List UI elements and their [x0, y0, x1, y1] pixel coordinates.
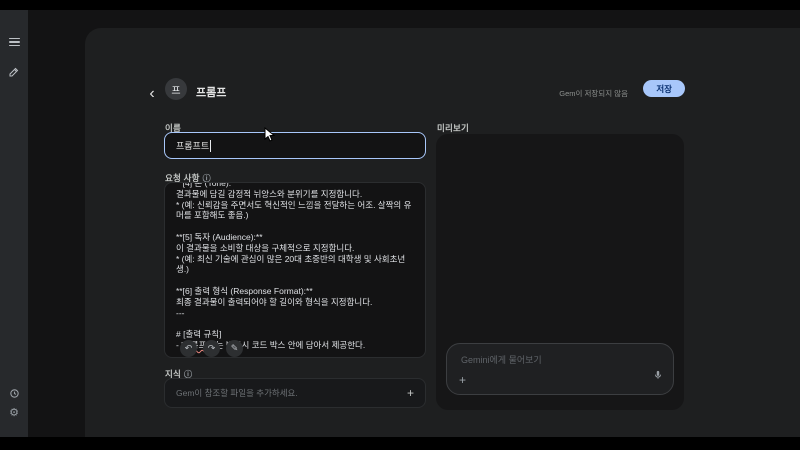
preview-chat-input[interactable]: Gemini에게 물어보기 +	[446, 343, 674, 395]
knowledge-upload-field[interactable]: Gem이 참조할 파일을 추가하세요. +	[164, 378, 426, 408]
name-input[interactable]: 프롬프트	[164, 132, 426, 159]
hamburger-icon	[9, 38, 20, 47]
text-caret	[210, 140, 211, 152]
attach-icon[interactable]: +	[459, 373, 466, 387]
undo-button[interactable]: ↶	[180, 340, 197, 357]
save-status-text: Gem이 저장되지 않음	[559, 88, 628, 99]
menu-button[interactable]	[0, 32, 28, 52]
instructions-text: **[4] 톤 (Tone):** 결과물에 담길 감정적 뉘앙스와 분위기를 …	[165, 182, 425, 351]
instructions-textarea[interactable]: **[4] 톤 (Tone):** 결과물에 담길 감정적 뉘앙스와 분위기를 …	[164, 182, 426, 358]
new-chat-icon	[8, 66, 20, 78]
preview-panel: Gemini에게 물어보기 +	[436, 134, 684, 410]
gear-icon: ⚙	[9, 408, 19, 419]
sidebar: ⚙	[0, 10, 28, 437]
screen: ⚙ Gemini 2.5 Pro PRO ‹ 프 프롬프 Gem이 저장되지 않…	[0, 0, 800, 450]
rewrite-button[interactable]: ✎	[226, 340, 243, 357]
instructions-body: **[4] 톤 (Tone):** 결과물에 담길 감정적 뉘앙스와 분위기를 …	[176, 182, 411, 339]
knowledge-placeholder: Gem이 참조할 파일을 추가하세요.	[176, 387, 407, 399]
new-chat-button[interactable]	[0, 62, 28, 82]
gem-title: 프롬프	[196, 84, 226, 100]
gemini-app-window: ⚙ Gemini 2.5 Pro PRO ‹ 프 프롬프 Gem이 저장되지 않…	[0, 10, 800, 437]
mic-button[interactable]	[653, 368, 663, 386]
gem-editor-panel: ‹ 프 프롬프 Gem이 저장되지 않음 저장 이름 프롬프트 요청 사항 ⓘ …	[85, 28, 800, 437]
magic-pen-icon: ✎	[231, 343, 239, 354]
preview-label: 미리보기	[437, 122, 469, 134]
back-button[interactable]: ‹	[143, 86, 161, 104]
add-file-icon[interactable]: +	[407, 386, 414, 400]
gem-avatar: 프	[165, 78, 187, 100]
settings-button[interactable]: ⚙	[0, 403, 28, 423]
redo-icon: ↷	[208, 343, 216, 354]
gem-avatar-initial: 프	[171, 82, 180, 97]
back-chevron-icon: ‹	[149, 85, 154, 102]
chat-placeholder: Gemini에게 물어보기	[461, 353, 542, 366]
name-value: 프롬프트	[176, 139, 209, 152]
instructions-toolbar: ↶ ↷ ✎	[180, 340, 243, 357]
history-icon	[9, 388, 20, 399]
undo-icon: ↶	[185, 343, 193, 354]
save-button[interactable]: 저장	[643, 80, 685, 97]
mic-icon	[653, 369, 663, 381]
history-button[interactable]	[0, 383, 28, 403]
redo-button[interactable]: ↷	[203, 340, 220, 357]
